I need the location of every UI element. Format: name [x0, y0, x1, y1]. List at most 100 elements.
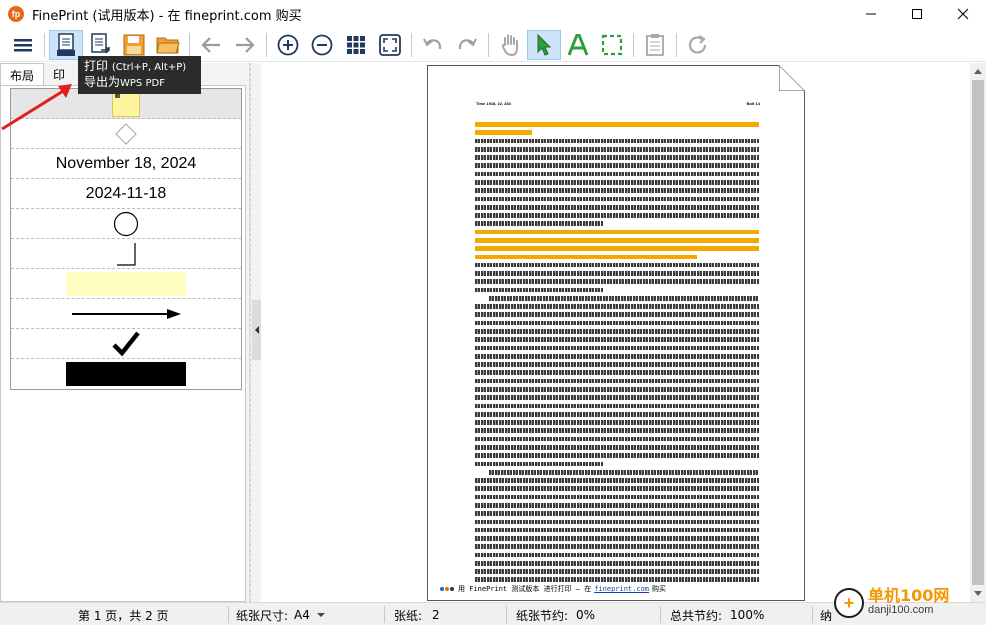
stamp-item-date-iso[interactable]: 2024-11-18 — [11, 179, 241, 209]
forward-button[interactable] — [228, 30, 262, 60]
stamp-item-highlight[interactable] — [11, 269, 241, 299]
redo-button[interactable] — [450, 30, 484, 60]
preview-page: Time 1918, 22, 283 Bolt 14 用 FinePrint 测… — [427, 65, 805, 601]
text-line — [475, 527, 759, 533]
total-saving-value: 100% — [730, 608, 765, 622]
menu-button[interactable] — [6, 30, 40, 60]
zoom-in-icon — [277, 34, 299, 55]
stamp-item-black-bar[interactable] — [11, 359, 241, 389]
text-line — [475, 502, 759, 508]
undo-button[interactable] — [416, 30, 450, 60]
sticky-note-icon — [112, 90, 140, 117]
paper-saving-value: 0% — [576, 608, 596, 622]
text-line — [475, 403, 759, 409]
stamp-item-arrow[interactable] — [11, 299, 241, 329]
maximize-icon — [912, 9, 922, 19]
print-tooltip: 打印 (Ctrl+P, Alt+P) 导出为WPS PDF — [78, 56, 201, 94]
stamp-item-checkmark[interactable] — [11, 329, 241, 359]
toolbar-separator — [266, 32, 267, 57]
print-button[interactable] — [49, 29, 83, 60]
preview-area[interactable]: Time 1918, 22, 283 Bolt 14 用 FinePrint 测… — [261, 63, 970, 602]
undo-icon — [423, 38, 442, 49]
notes-button[interactable] — [638, 30, 672, 60]
tooltip-export-app: WPS PDF — [120, 78, 165, 89]
export-pdf-button[interactable] — [83, 30, 117, 60]
zoom-out-button[interactable] — [305, 30, 339, 60]
marquee-tool-button[interactable] — [595, 30, 629, 60]
export-pdf-icon — [91, 32, 111, 54]
text-line — [475, 279, 759, 285]
checkmark-icon — [112, 331, 140, 356]
date-iso-text: 2024-11-18 — [85, 184, 167, 202]
zoom-out-icon — [311, 34, 333, 55]
pan-tool-button[interactable] — [493, 30, 527, 60]
grid-view-button[interactable] — [339, 30, 373, 60]
page-fold-corner — [779, 65, 805, 91]
tooltip-print-label: 打印 — [84, 59, 109, 73]
paper-saving-info: 纸张节约: 0% — [516, 607, 595, 623]
fineprint-dots-icon — [440, 585, 455, 593]
tooltip-line-print: 打印 (Ctrl+P, Alt+P) — [84, 59, 195, 75]
tooltip-line-export: 导出为WPS PDF — [84, 75, 195, 91]
footer-text: 用 FinePrint 测试版本 进行打印 – 在 — [458, 585, 592, 593]
arrow-line-icon — [72, 308, 181, 319]
close-window-button[interactable] — [940, 0, 986, 28]
fineprint-logo-icon: fp — [8, 6, 24, 22]
text-line — [475, 494, 759, 500]
scroll-up-button[interactable] — [970, 63, 986, 79]
watermark-url: danji100.com — [868, 604, 934, 616]
text-line — [475, 411, 759, 417]
print-icon — [57, 32, 75, 56]
minimize-button[interactable] — [848, 0, 894, 28]
window-title: FinePrint (试用版本) - 在 fineprint.com 购买 — [32, 8, 302, 24]
text-line — [475, 436, 759, 442]
highlighted-text-line — [475, 237, 759, 243]
text-line — [475, 395, 759, 400]
text-line — [475, 444, 759, 450]
vertical-scrollbar[interactable] — [970, 63, 986, 602]
select-tool-button[interactable] — [527, 29, 561, 60]
maximize-button[interactable] — [894, 0, 940, 28]
fit-page-icon — [379, 33, 401, 56]
close-icon — [957, 8, 969, 20]
open-button[interactable] — [151, 30, 185, 60]
text-line — [489, 469, 759, 475]
text-line — [475, 138, 759, 144]
marquee-icon — [601, 34, 623, 55]
text-line — [475, 329, 759, 334]
chevron-up-icon — [974, 69, 982, 74]
stamp-item-circle[interactable] — [11, 209, 241, 239]
text-line — [475, 387, 759, 392]
tooltip-export-label: 导出为 — [84, 75, 121, 89]
back-button[interactable] — [194, 30, 228, 60]
redo-icon — [458, 38, 477, 49]
open-folder-icon — [156, 37, 180, 53]
site-watermark: + 单机100网 danji100.com — [834, 581, 986, 625]
chevron-down-icon — [316, 613, 325, 617]
stamp-item-date-long[interactable]: November 18, 2024 — [11, 149, 241, 179]
watermark-text: 单机100网 danji100.com — [868, 588, 949, 618]
text-line — [475, 560, 759, 566]
text-icon — [567, 33, 589, 56]
fit-page-button[interactable] — [373, 30, 407, 60]
black-bar-swatch — [66, 362, 186, 386]
footer-end: 购买 — [652, 585, 667, 593]
hand-icon — [501, 34, 518, 56]
paper-size-selector[interactable]: 纸张尺寸: A4 — [236, 607, 326, 623]
page-text-block — [475, 122, 759, 586]
status-extra: 纳 — [820, 608, 833, 623]
save-button[interactable] — [117, 30, 151, 60]
refresh-button[interactable] — [681, 30, 715, 60]
paper-saving-label: 纸张节约: — [516, 608, 569, 623]
toolbar-separator — [189, 32, 190, 57]
stamp-item-corner-line[interactable] — [11, 239, 241, 269]
scrollbar-thumb[interactable] — [972, 80, 984, 585]
text-line — [489, 295, 759, 301]
text-line — [475, 179, 759, 185]
text-tool-button[interactable] — [561, 30, 595, 60]
text-line — [475, 519, 759, 525]
panel-splitter[interactable] — [250, 63, 261, 602]
collapse-panel-button[interactable] — [252, 300, 261, 360]
footer-link[interactable]: fineprint.com — [594, 585, 649, 593]
zoom-in-button[interactable] — [271, 30, 305, 60]
